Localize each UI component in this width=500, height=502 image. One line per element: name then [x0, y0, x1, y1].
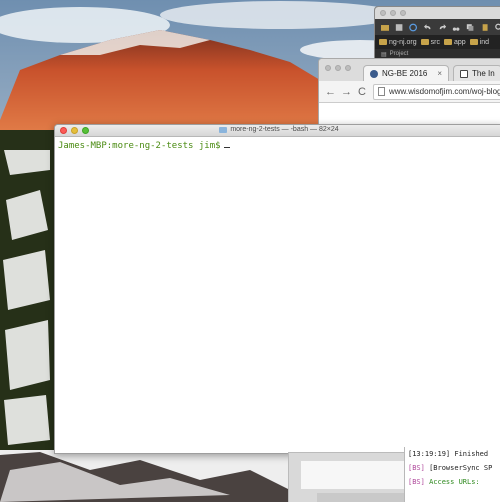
- back-arrow-icon[interactable]: ←: [325, 86, 336, 98]
- breadcrumb-label: ng-nj.org: [389, 38, 417, 46]
- close-icon[interactable]: [380, 10, 386, 16]
- tab-the-in[interactable]: The In: [453, 65, 500, 81]
- folder-icon: [469, 39, 478, 45]
- log-line: [BS] Access URLs:: [405, 475, 500, 489]
- terminal-titlebar[interactable]: more-ng-2-tests — -bash — 82×24: [55, 125, 500, 137]
- log-prefix: [BS]: [408, 478, 425, 486]
- log-prefix: [BS]: [408, 464, 425, 472]
- copy-icon[interactable]: [466, 23, 474, 32]
- editor-titlebar[interactable]: [375, 7, 500, 19]
- forward-arrow-icon[interactable]: →: [341, 86, 352, 98]
- project-icon: ▤: [381, 51, 387, 58]
- breadcrumb-item[interactable]: ind: [469, 38, 490, 46]
- page-icon: [378, 87, 385, 96]
- log-line: [13:19:19] Finished: [405, 447, 500, 461]
- maximize-icon[interactable]: [345, 65, 351, 71]
- search-icon[interactable]: [494, 23, 500, 32]
- undo-icon[interactable]: [423, 23, 432, 32]
- log-line: [BS] [BrowserSync SP: [405, 461, 500, 475]
- log-timestamp: [13:19:19]: [408, 450, 451, 458]
- log-terminal-window[interactable]: [13:19:19] Finished [BS] [BrowserSync SP…: [404, 447, 500, 502]
- browser-window[interactable]: NG-BE 2016 × The In ← → C www.wisdomofji…: [318, 58, 500, 128]
- reload-icon[interactable]: C: [357, 86, 367, 98]
- breadcrumb-label: app: [453, 38, 466, 46]
- terminal-output[interactable]: James-MBP:more-ng-2-tests jim$: [55, 137, 500, 155]
- breadcrumb-item[interactable]: src: [420, 38, 440, 46]
- log-text: [BrowserSync SP: [429, 464, 493, 472]
- background-window-bar: [317, 493, 409, 502]
- open-folder-icon[interactable]: [381, 23, 390, 32]
- editor-toolbar: [375, 19, 500, 35]
- address-bar[interactable]: www.wisdomofjim.com/woj-blog/t: [373, 83, 500, 100]
- folder-icon: [420, 39, 429, 45]
- breadcrumb-label: src: [430, 38, 440, 46]
- browser-toolbar: ← → C www.wisdomofjim.com/woj-blog/t: [319, 81, 500, 103]
- folder-icon: [379, 39, 387, 45]
- window-title-text: more-ng-2-tests — -bash — 82×24: [230, 126, 339, 133]
- browser-tabbar: NG-BE 2016 × The In: [319, 59, 500, 81]
- breadcrumb-label: ind: [479, 38, 490, 46]
- paste-icon[interactable]: [481, 23, 489, 32]
- text-cursor: [223, 147, 230, 148]
- folder-icon: [443, 39, 452, 45]
- folder-icon: [219, 126, 228, 133]
- project-label: Project: [389, 51, 409, 57]
- background-window-content: [301, 461, 411, 489]
- redo-icon[interactable]: [438, 23, 447, 32]
- url-text: www.wisdomofjim.com/woj-blog/t: [389, 87, 500, 96]
- log-text: Finished: [454, 450, 489, 458]
- sync-icon[interactable]: [409, 23, 418, 32]
- minimize-icon[interactable]: [390, 10, 396, 16]
- tab-title: The In: [472, 69, 495, 78]
- shell-prompt: James-MBP:more-ng-2-tests jim$: [58, 141, 221, 151]
- save-icon[interactable]: [395, 23, 403, 32]
- close-icon[interactable]: [325, 65, 331, 71]
- terminal-window[interactable]: more-ng-2-tests — -bash — 82×24 James-MB…: [54, 124, 500, 454]
- site-favicon-icon: [460, 69, 469, 78]
- tab-ng-be[interactable]: NG-BE 2016 ×: [363, 65, 450, 81]
- breadcrumb-item[interactable]: ng-nj.org: [379, 39, 417, 46]
- editor-window[interactable]: ng-nj.org src app ind ▤ Project: [374, 6, 500, 62]
- window-title: more-ng-2-tests — -bash — 82×24: [55, 126, 500, 133]
- breadcrumb-item[interactable]: app: [443, 38, 466, 46]
- minimize-icon[interactable]: [335, 65, 341, 71]
- tab-title: NG-BE 2016: [382, 69, 428, 78]
- tab-close-icon[interactable]: ×: [437, 69, 442, 78]
- background-window[interactable]: [288, 452, 411, 502]
- log-text: Access URLs:: [429, 478, 480, 486]
- breadcrumb: ng-nj.org src app ind: [375, 35, 500, 49]
- cut-icon[interactable]: [452, 23, 460, 32]
- maximize-icon[interactable]: [400, 10, 406, 16]
- site-favicon-icon: [370, 69, 378, 78]
